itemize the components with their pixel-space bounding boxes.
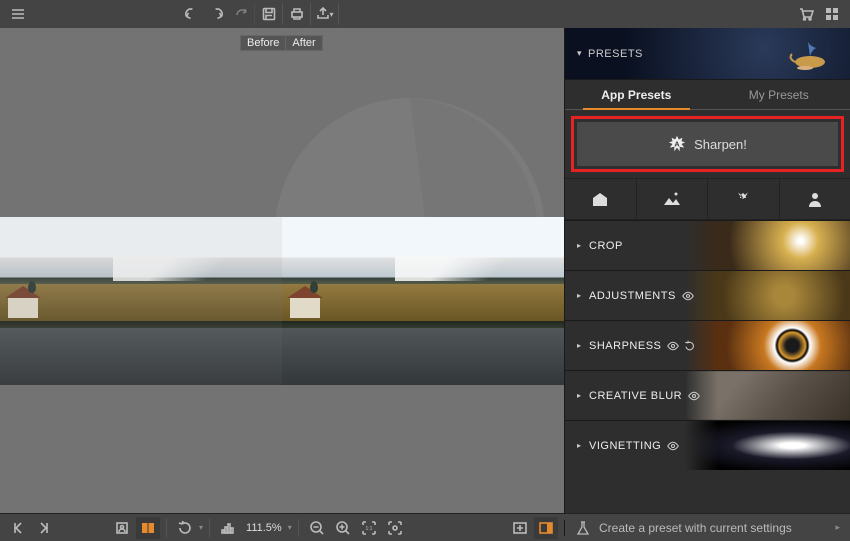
menu-icon[interactable]: [6, 3, 30, 25]
canvas-area[interactable]: Before After: [0, 28, 564, 513]
rotate-icon[interactable]: [173, 517, 197, 539]
section-crop[interactable]: ▸ CROP: [565, 220, 850, 270]
right-panel: ▾ PRESETS App Presets My Presets A Sharp…: [564, 28, 850, 513]
grid-icon[interactable]: [820, 3, 844, 25]
tab-app-presets[interactable]: App Presets: [565, 80, 708, 109]
undo-icon[interactable]: [179, 3, 203, 25]
presets-header[interactable]: ▾ PRESETS: [565, 28, 850, 80]
bottom-toolbar: ▾ 111.5% ▾ 1:1 Create a preset w: [0, 513, 850, 541]
compare-view-icon[interactable]: [136, 517, 160, 539]
eye-icon: [667, 340, 679, 352]
category-architecture[interactable]: [565, 179, 637, 219]
zoom-fit-icon[interactable]: [383, 517, 407, 539]
before-label: Before: [240, 35, 285, 51]
prev-image-icon[interactable]: [6, 517, 30, 539]
section-adjustments[interactable]: ▸ ADJUSTMENTS: [565, 270, 850, 320]
svg-text:1:1: 1:1: [365, 526, 372, 532]
create-preset-button[interactable]: Create a preset with current settings ▸: [564, 520, 850, 536]
presets-title: PRESETS: [588, 48, 643, 60]
lamp-icon: [780, 40, 830, 70]
section-sharpness[interactable]: ▸ SHARPNESS: [565, 320, 850, 370]
flask-icon: [575, 520, 591, 536]
before-image: [0, 217, 282, 385]
single-view-icon[interactable]: [110, 517, 134, 539]
preset-tabs: App Presets My Presets: [565, 80, 850, 110]
next-image-icon[interactable]: [32, 517, 56, 539]
print-icon[interactable]: [287, 3, 311, 25]
zoom-in-icon[interactable]: [331, 517, 355, 539]
redo-alt-icon[interactable]: [231, 3, 255, 25]
save-icon[interactable]: [259, 3, 283, 25]
share-icon[interactable]: ▾: [315, 3, 339, 25]
svg-text:A: A: [675, 140, 680, 149]
reset-icon: [683, 340, 695, 352]
panel-toggle-icon[interactable]: [534, 517, 558, 539]
category-landscape[interactable]: [637, 179, 709, 219]
zoom-100-icon[interactable]: 1:1: [357, 517, 381, 539]
preset-badge-icon: A: [668, 135, 686, 153]
category-macro[interactable]: [708, 179, 780, 219]
add-panel-icon[interactable]: [508, 517, 532, 539]
eye-icon: [667, 440, 679, 452]
histogram-icon[interactable]: [216, 517, 240, 539]
after-label: After: [285, 35, 322, 51]
sharpen-label: Sharpen!: [694, 137, 747, 152]
create-preset-label: Create a preset with current settings: [599, 521, 792, 535]
section-vignetting[interactable]: ▸ VIGNETTING: [565, 420, 850, 470]
highlight-box: A Sharpen!: [571, 116, 844, 172]
category-portrait[interactable]: [780, 179, 850, 219]
eye-icon: [682, 290, 694, 302]
after-image: [282, 217, 564, 385]
cart-icon[interactable]: [794, 3, 818, 25]
section-creative-blur[interactable]: ▸ CREATIVE BLUR: [565, 370, 850, 420]
zoom-level[interactable]: 111.5%: [242, 522, 286, 534]
zoom-out-icon[interactable]: [305, 517, 329, 539]
eye-icon: [688, 390, 700, 402]
tab-my-presets[interactable]: My Presets: [708, 80, 850, 109]
redo-icon[interactable]: [205, 3, 229, 25]
top-toolbar: ▾: [0, 0, 850, 28]
sharpen-preset-button[interactable]: A Sharpen!: [577, 122, 838, 166]
